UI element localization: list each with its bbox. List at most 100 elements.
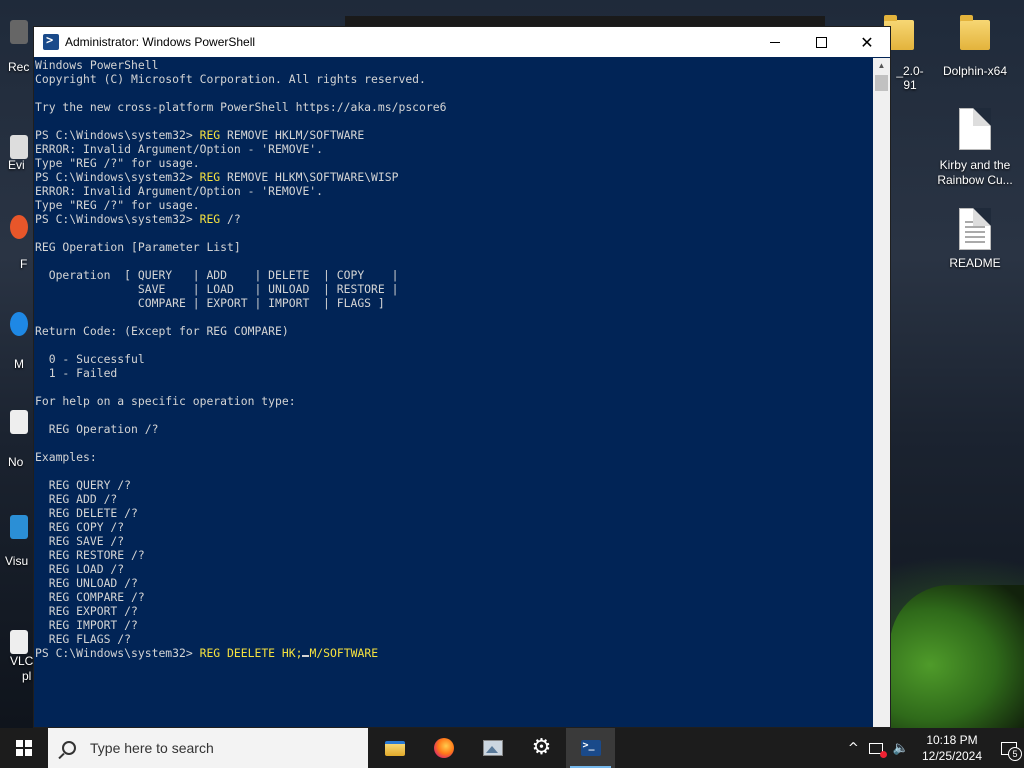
console-input-line[interactable]: PS C:\Windows\system32> REG DEELETE HK; M… <box>35 646 873 660</box>
console-line: REG Operation /? <box>35 422 159 436</box>
console-line: Examples: <box>35 450 97 464</box>
desktop-label-left: Evi <box>8 158 25 172</box>
app-icon[interactable] <box>10 135 28 159</box>
search-icon <box>62 741 76 755</box>
desktop-icon-readme[interactable]: README <box>930 208 1020 270</box>
console-line: REG COPY /? <box>35 520 125 534</box>
console-command: REG <box>199 128 221 142</box>
recycle-bin-icon[interactable] <box>10 20 28 44</box>
vertical-scrollbar[interactable]: ▲ <box>873 58 890 727</box>
console-line: REG LOAD /? <box>35 562 125 576</box>
powershell-icon <box>43 33 59 50</box>
volume-icon[interactable]: 🔈 <box>893 741 909 756</box>
console-line: ERROR: Invalid Argument/Option - 'REMOVE… <box>35 142 324 156</box>
console-line: Type "REG /?" for usage. <box>35 198 200 212</box>
desktop-label-left: No <box>8 455 24 469</box>
desktop-icon-label: README <box>949 256 1001 270</box>
console-line: For help on a specific operation type: <box>35 394 296 408</box>
window-title: Administrator: Windows PowerShell <box>65 35 256 49</box>
desktop-icon-label: Kirby and the Rainbow Cu... <box>937 158 1013 187</box>
console-arguments: REMOVE HLKM\SOFTWARE\WISP <box>220 170 399 184</box>
desktop-label-left: VLC <box>10 654 34 668</box>
console-prompt: PS C:\Windows\system32> <box>35 212 200 226</box>
scrollbar-thumb[interactable] <box>875 75 888 91</box>
clock-time: 10:18 PM <box>926 733 978 747</box>
notification-center-button[interactable]: 5 <box>994 728 1024 768</box>
console-command-input[interactable]: REG DEELETE HK; <box>200 646 303 660</box>
system-tray: ^ 🔈 10:18 PM 12/25/2024 5 <box>843 728 1024 768</box>
taskbar-search-box[interactable]: Type here to search <box>48 728 368 768</box>
powershell-icon <box>580 740 601 756</box>
console-arguments: REMOVE HKLM/SOFTWARE <box>220 128 365 142</box>
console-line: 1 - Failed <box>35 366 118 380</box>
vlc-icon[interactable] <box>10 630 28 654</box>
text-file-icon <box>959 208 991 250</box>
console-line: PS C:\Windows\system32> REG REMOVE HLKM\… <box>35 170 873 184</box>
taskbar-app-powershell[interactable] <box>566 728 615 768</box>
app-icon[interactable] <box>10 312 28 336</box>
desktop-icon-label: Dolphin-x64 <box>942 64 1008 78</box>
image-viewer-icon <box>482 740 503 756</box>
clock[interactable]: 10:18 PM 12/25/2024 <box>920 732 984 764</box>
console-line: PS C:\Windows\system32> REG /? <box>35 212 873 226</box>
console-prompt: PS C:\Windows\system32> <box>35 128 200 142</box>
windows-logo-icon <box>16 740 32 756</box>
firefox-icon <box>433 738 454 758</box>
desktop-icon-dolphin[interactable]: Dolphin-x64 <box>930 14 1020 78</box>
console-command-input-rest[interactable]: M/SOFTWARE <box>309 646 378 660</box>
close-button[interactable]: ✕ <box>844 27 890 57</box>
network-icon[interactable] <box>868 742 887 758</box>
console-line: REG ADD /? <box>35 492 118 506</box>
console-line: ERROR: Invalid Argument/Option - 'REMOVE… <box>35 184 324 198</box>
taskbar: Type here to search ⚙ ^ 🔈 10:18 PM 12/25… <box>0 728 1024 768</box>
console-line: SAVE | LOAD | UNLOAD | RESTORE | <box>35 282 399 296</box>
file-explorer-icon <box>384 740 405 756</box>
taskbar-app-settings[interactable]: ⚙ <box>517 728 566 768</box>
desktop-label-left: Rec <box>8 60 30 74</box>
console-prompt: PS C:\Windows\system32> <box>35 170 200 184</box>
app-icon[interactable] <box>10 215 28 239</box>
chevron-up-icon[interactable]: ^ <box>848 741 859 756</box>
gear-icon: ⚙ <box>531 735 552 760</box>
vscode-icon[interactable] <box>10 515 28 539</box>
maximize-button[interactable] <box>798 27 844 57</box>
desktop-icon-kirby[interactable]: Kirby and the Rainbow Cu... <box>930 108 1020 188</box>
scroll-up-icon[interactable]: ▲ <box>873 58 890 72</box>
powershell-window[interactable]: Administrator: Windows PowerShell ✕ Wind… <box>33 26 891 728</box>
console-line: Operation [ QUERY | ADD | DELETE | COPY … <box>35 268 399 282</box>
notepad-icon[interactable] <box>10 410 28 434</box>
console-line: REG FLAGS /? <box>35 632 132 646</box>
console-line: REG Operation [Parameter List] <box>35 240 241 254</box>
desktop-label-left: M <box>14 357 24 371</box>
minimize-button[interactable] <box>752 27 798 57</box>
console-line: REG SAVE /? <box>35 534 125 548</box>
console-arguments: /? <box>220 212 241 226</box>
desktop-label-left: pl <box>22 669 32 683</box>
taskbar-app-firefox[interactable] <box>419 728 468 768</box>
clock-date: 12/25/2024 <box>921 749 983 763</box>
taskbar-app-file-explorer[interactable] <box>370 728 419 768</box>
console-line: REG COMPARE /? <box>35 590 145 604</box>
console-line: REG IMPORT /? <box>35 618 138 632</box>
console-line: Windows PowerShell <box>35 58 159 72</box>
console-line: 0 - Successful <box>35 352 145 366</box>
console-output[interactable]: Windows PowerShell Copyright (C) Microsof… <box>35 58 873 726</box>
file-icon <box>959 108 991 150</box>
desktop-label-left: F <box>20 257 28 271</box>
start-button[interactable] <box>0 728 48 768</box>
console-line: REG DELETE /? <box>35 506 138 520</box>
console-line: Return Code: (Except for REG COMPARE) <box>35 324 289 338</box>
console-command: REG <box>199 212 221 226</box>
title-bar[interactable]: Administrator: Windows PowerShell ✕ <box>34 27 890 57</box>
taskbar-app-image-viewer[interactable] <box>468 728 517 768</box>
console-line: Copyright (C) Microsoft Corporation. All… <box>35 72 426 86</box>
desktop-label-left: Visu <box>5 554 29 568</box>
desktop-icon-label: _2.0-91 <box>896 64 924 92</box>
